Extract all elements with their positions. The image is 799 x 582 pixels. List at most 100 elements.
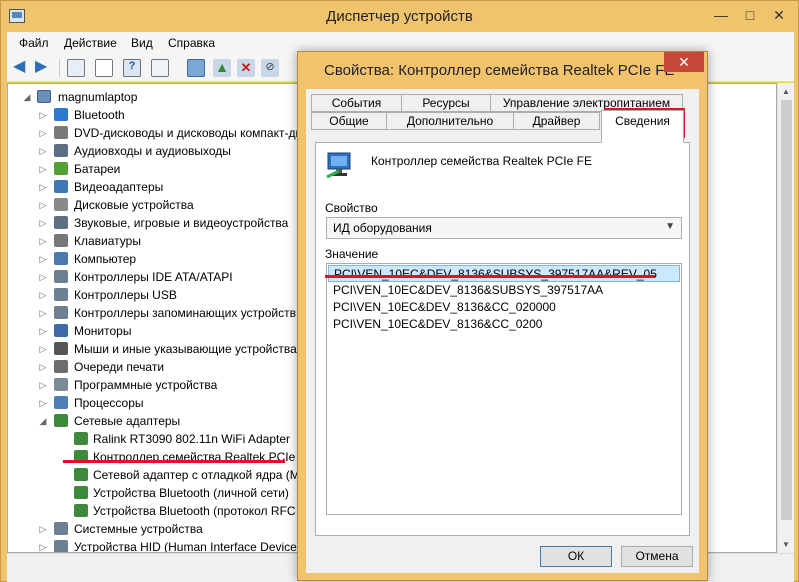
device-category-icon (54, 378, 68, 391)
expand-arrow-icon[interactable]: ▷ (38, 304, 48, 322)
value-item[interactable]: PCI\VEN_10EC&DEV_8136&SUBSYS_397517AA (333, 282, 603, 299)
collapse-arrow-icon[interactable]: ◢ (22, 88, 32, 106)
grid-view-icon[interactable] (151, 59, 169, 77)
value-item-selected[interactable]: PCI\VEN_10EC&DEV_8136&SUBSYS_397517AA&RE… (328, 265, 680, 282)
menu-file[interactable]: Файл (19, 36, 49, 50)
device-category-icon (54, 198, 68, 211)
expand-arrow-icon[interactable]: ▷ (38, 538, 48, 552)
collapse-arrow-icon[interactable]: ◢ (38, 412, 48, 430)
device-category-icon (54, 306, 68, 319)
tree-item-label: Bluetooth (74, 108, 125, 122)
expand-arrow-icon[interactable]: ▷ (38, 178, 48, 196)
value-item[interactable]: PCI\VEN_10EC&DEV_8136&CC_020000 (333, 299, 556, 316)
device-category-icon (54, 324, 68, 337)
expand-arrow-icon[interactable]: ▷ (38, 106, 48, 124)
annotation-underline-value (325, 275, 655, 278)
device-category-icon (54, 396, 68, 409)
expand-arrow-icon[interactable]: ▷ (38, 394, 48, 412)
tree-item-label: Компьютер (74, 252, 137, 266)
tab-details[interactable]: Сведения (601, 110, 684, 143)
expand-arrow-icon[interactable]: ▷ (38, 268, 48, 286)
device-category-icon (74, 504, 88, 517)
help-icon[interactable]: ? (123, 59, 141, 77)
value-label: Значение (325, 247, 379, 261)
disable-device-icon[interactable]: ⊘ (261, 59, 279, 77)
forward-arrow-icon[interactable]: ▶ (35, 59, 53, 77)
expand-arrow-icon[interactable]: ▷ (38, 340, 48, 358)
scroll-up-icon[interactable]: ▲ (778, 83, 794, 100)
tree-item-label: Программные устройства (74, 378, 218, 392)
tab-resources[interactable]: Ресурсы (401, 94, 491, 112)
chevron-down-icon[interactable]: ▼ (665, 221, 675, 232)
device-category-icon (74, 486, 88, 499)
tree-item-label: Видеоадаптеры (74, 180, 164, 194)
expand-arrow-icon[interactable]: ▷ (38, 286, 48, 304)
value-list[interactable]: PCI\VEN_10EC&DEV_8136&SUBSYS_397517AA&RE… (326, 263, 682, 515)
tree-item-label: Мыши и иные указывающие устройства (74, 342, 297, 356)
tree-item-label: Контроллеры запоминающих устройств (74, 306, 296, 320)
device-category-icon (54, 234, 68, 247)
menu-action[interactable]: Действие (64, 36, 117, 50)
tree-item-label: Мониторы (74, 324, 132, 338)
annotation-underline-tree (63, 460, 285, 463)
expand-arrow-icon[interactable]: ▷ (38, 160, 48, 178)
tab-advanced[interactable]: Дополнительно (386, 112, 514, 130)
tab-driver[interactable]: Драйвер (513, 112, 600, 130)
expand-arrow-icon[interactable]: ▷ (38, 250, 48, 268)
expand-arrow-icon[interactable]: ▷ (38, 214, 48, 232)
details-panel: Контроллер семейства Realtek PCIe FE Сво… (315, 142, 690, 536)
tab-general[interactable]: Общие (311, 112, 387, 130)
tree-item-label: Аудиовходы и аудиовыходы (74, 144, 231, 158)
minimize-button[interactable]: — (707, 4, 735, 26)
menu-help[interactable]: Справка (168, 36, 215, 50)
device-category-icon (54, 522, 68, 535)
device-category-icon (54, 540, 68, 552)
value-item[interactable]: PCI\VEN_10EC&DEV_8136&CC_0200 (333, 316, 542, 333)
tree-item-label: Клавиатуры (74, 234, 141, 248)
network-adapter-icon (326, 152, 351, 179)
scroll-down-icon[interactable]: ▼ (778, 536, 794, 553)
tree-item-label: Дисковые устройства (74, 198, 194, 212)
device-category-icon (54, 216, 68, 229)
tree-item-label: Устройства Bluetooth (личной сети) (93, 486, 289, 500)
title-bar[interactable]: Диспетчер устройств — □ ✕ (1, 1, 798, 32)
device-category-icon (54, 144, 68, 157)
device-name: Контроллер семейства Realtek PCIe FE (371, 154, 592, 168)
uninstall-device-icon[interactable]: ✕ (237, 59, 255, 77)
expand-arrow-icon[interactable]: ▷ (38, 142, 48, 160)
device-category-icon (54, 126, 68, 139)
tree-item-label: Батареи (74, 162, 121, 176)
expand-arrow-icon[interactable]: ▷ (38, 322, 48, 340)
tab-events[interactable]: События (311, 94, 402, 112)
device-category-icon (54, 342, 68, 355)
menu-view[interactable]: Вид (131, 36, 153, 50)
tree-item-label: Ralink RT3090 802.11n WiFi Adapter (93, 432, 290, 446)
maximize-button[interactable]: □ (736, 4, 764, 26)
expand-arrow-icon[interactable]: ▷ (38, 376, 48, 394)
device-category-icon (54, 360, 68, 373)
property-dropdown[interactable]: ИД оборудования ▼ (326, 217, 682, 239)
expand-arrow-icon[interactable]: ▷ (38, 358, 48, 376)
properties-dialog: Свойства: Контроллер семейства Realtek P… (297, 51, 708, 581)
back-arrow-icon[interactable]: ◀ (13, 59, 31, 77)
expand-arrow-icon[interactable]: ▷ (38, 124, 48, 142)
cancel-button[interactable]: Отмена (621, 546, 693, 567)
close-button[interactable]: ✕ (765, 4, 793, 26)
device-category-icon (54, 180, 68, 193)
expand-arrow-icon[interactable]: ▷ (38, 520, 48, 538)
document-icon[interactable] (95, 59, 113, 77)
expand-arrow-icon[interactable]: ▷ (38, 232, 48, 250)
vertical-scrollbar[interactable]: ▲ ▼ (777, 83, 794, 553)
properties-view-icon[interactable] (67, 59, 85, 77)
device-category-icon (74, 432, 88, 445)
expand-arrow-icon[interactable]: ▷ (38, 196, 48, 214)
ok-button[interactable]: ОК (540, 546, 612, 567)
tree-item-label: Системные устройства (74, 522, 203, 536)
tree-item-label: Процессоры (74, 396, 144, 410)
scan-hardware-icon[interactable] (187, 59, 205, 77)
dialog-close-button[interactable]: ✕ (664, 52, 704, 72)
property-label: Свойство (325, 201, 378, 215)
scroll-thumb[interactable] (781, 100, 792, 520)
update-driver-icon[interactable]: ▲ (213, 59, 231, 77)
property-selected-value: ИД оборудования (333, 221, 432, 235)
